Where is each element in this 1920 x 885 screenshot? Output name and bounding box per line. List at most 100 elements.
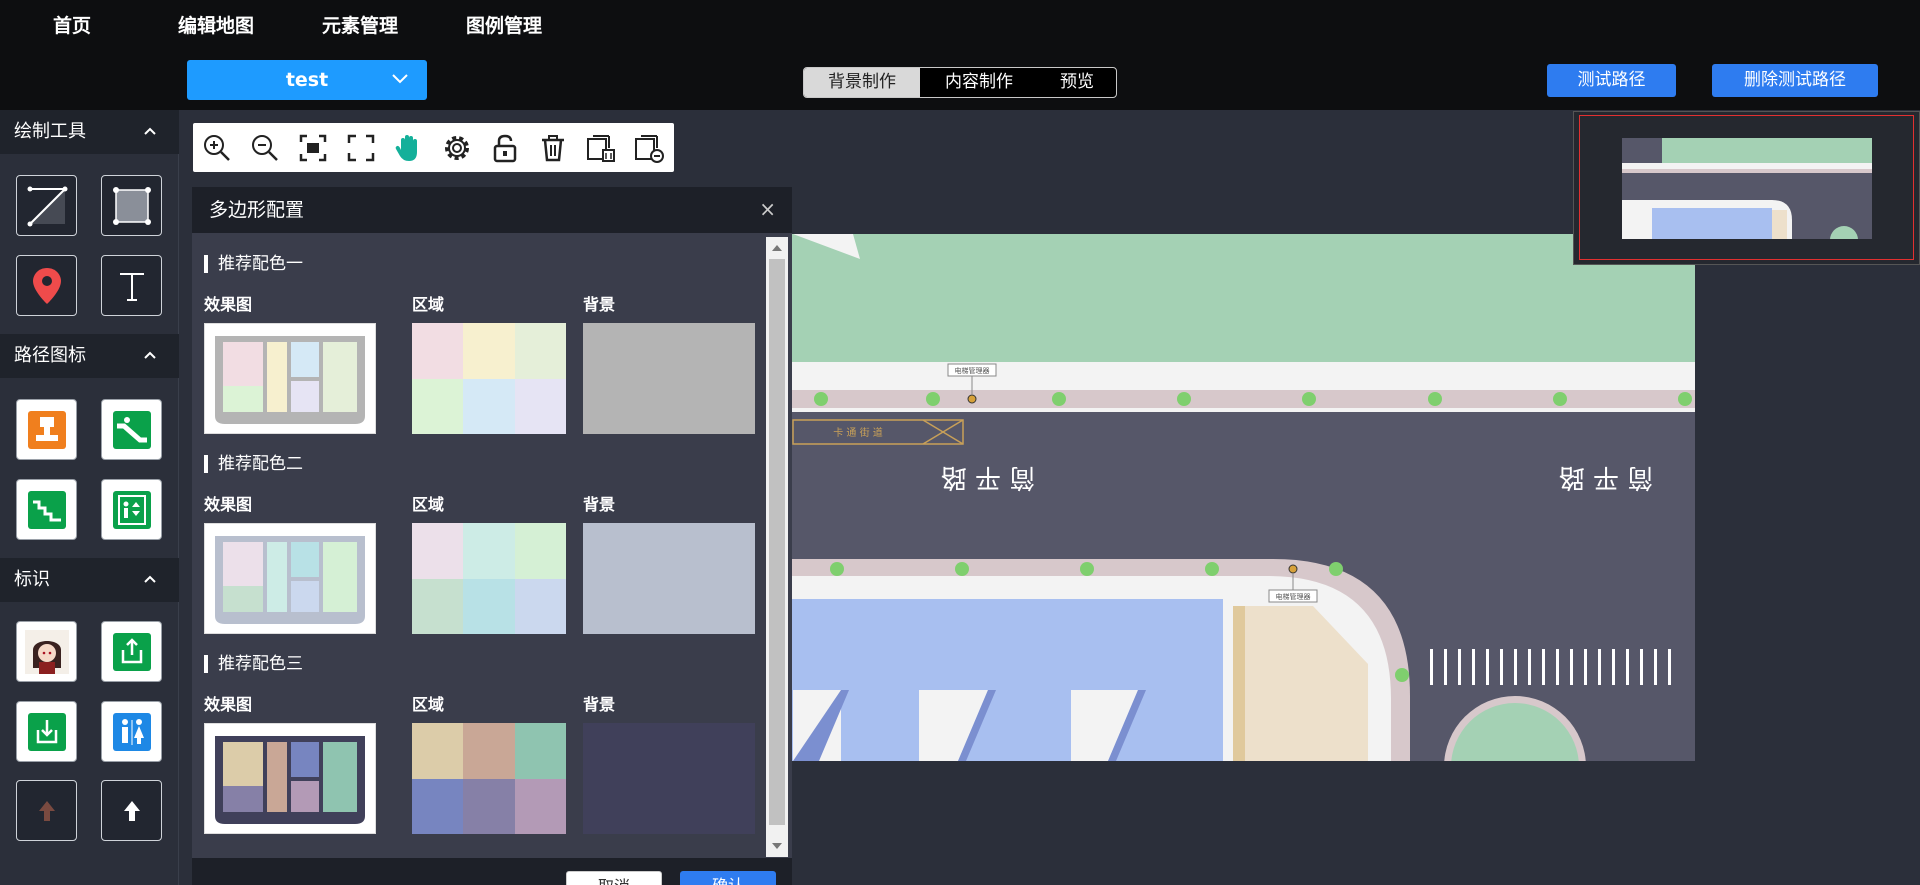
arrow-up-white-icon [123, 800, 140, 821]
scheme-1-background-swatch[interactable] [583, 323, 755, 434]
dialog-scrollbar[interactable] [766, 237, 788, 857]
project-select[interactable]: test [187, 60, 427, 100]
polygon-config-dialog: 多边形配置 × 推荐配色一 效果图 区域 背景 推荐配色二 效果图 区域 背景 [192, 187, 792, 885]
line-tool-button[interactable] [16, 175, 77, 236]
region-swatch [412, 323, 464, 379]
col-background-label: 背景 [583, 295, 616, 314]
stairs-button[interactable] [16, 479, 77, 540]
exit-icon [112, 632, 151, 671]
text-tool-button[interactable] [101, 255, 162, 316]
zoom-in-icon[interactable] [201, 132, 233, 164]
scrollbar-thumb[interactable] [769, 259, 785, 825]
chevron-up-icon [144, 351, 156, 359]
character-avatar-icon [24, 629, 69, 674]
arrow-up-brown-icon [38, 800, 55, 821]
minimap[interactable] [1573, 111, 1920, 265]
exit-button[interactable] [101, 621, 162, 682]
region-swatch [514, 778, 566, 834]
section-markers[interactable]: 标识 [0, 558, 179, 602]
region-swatch [412, 778, 464, 834]
region-swatch [514, 578, 566, 634]
region-swatch [412, 523, 464, 579]
col-region-label: 区域 [412, 495, 445, 514]
section-path-icons[interactable]: 路径图标 [0, 334, 179, 378]
escalator-icon [112, 410, 151, 449]
section-draw-tools[interactable]: 绘制工具 [0, 110, 179, 154]
region-swatch [514, 378, 566, 434]
restroom-icon [112, 712, 151, 751]
col-preview-label: 效果图 [204, 695, 253, 714]
location-pin-icon [32, 267, 61, 304]
dialog-title: 多边形配置 [209, 199, 305, 221]
scroll-down-icon[interactable] [772, 843, 782, 849]
scheme-1-preview[interactable] [204, 323, 376, 434]
arrow-up-brown-button[interactable] [16, 780, 77, 841]
test-path-button[interactable]: 测试路径 [1547, 64, 1676, 97]
location-pin-button[interactable] [16, 255, 77, 316]
tab-preview[interactable]: 预览 [1038, 68, 1116, 97]
tab-content[interactable]: 内容制作 [920, 68, 1038, 97]
region-swatch [412, 378, 464, 434]
fit-screen-icon[interactable] [297, 132, 329, 164]
col-background-label: 背景 [583, 695, 616, 714]
remove-layer-icon[interactable] [633, 132, 665, 164]
canvas-tag-b: 电梯管理器 [1276, 592, 1311, 601]
region-swatch [463, 378, 515, 434]
scheme-2-region-swatches[interactable] [412, 523, 566, 634]
canvas-right-margin [1695, 234, 1920, 761]
scheme-3-region-swatches[interactable] [412, 723, 566, 834]
cancel-button[interactable]: 取消 [566, 871, 662, 885]
scheme-2-preview[interactable] [204, 523, 376, 634]
restroom-button[interactable] [101, 701, 162, 762]
confirm-button[interactable]: 确认 [680, 871, 776, 885]
chevron-up-icon [144, 127, 156, 135]
scheme-1-thumbnail [215, 336, 365, 424]
elevator-button[interactable] [101, 479, 162, 540]
escalator-button[interactable] [101, 399, 162, 460]
text-tool-icon [119, 272, 144, 301]
nav-legend-management[interactable]: 图例管理 [466, 0, 542, 53]
fullscreen-icon[interactable] [345, 132, 377, 164]
scroll-up-icon[interactable] [772, 245, 782, 251]
chevron-down-icon [392, 74, 408, 84]
scheme-title-1: 推荐配色一 [204, 255, 303, 273]
col-region-label: 区域 [412, 295, 445, 314]
canvas-road-left: 简 平 路 [941, 462, 1036, 492]
hand-pan-icon[interactable] [393, 132, 425, 164]
nav-element-management[interactable]: 元素管理 [322, 0, 398, 53]
col-preview-label: 效果图 [204, 295, 253, 314]
minimap-preview [1622, 138, 1872, 239]
region-swatch [463, 778, 515, 834]
rectangle-tool-button[interactable] [101, 175, 162, 236]
dialog-header: 多边形配置 × [192, 187, 792, 233]
close-icon[interactable]: × [759, 199, 776, 219]
scheme-3-thumbnail [215, 736, 365, 824]
delete-test-path-button[interactable]: 删除测试路径 [1712, 64, 1878, 97]
region-swatch [463, 723, 515, 779]
scheme-1-region-swatches[interactable] [412, 323, 566, 434]
delete-layer-icon[interactable] [585, 132, 617, 164]
nav-edit-map[interactable]: 编辑地图 [178, 0, 254, 53]
canvas-tag-a: 电梯管理器 [955, 366, 990, 375]
delete-icon[interactable] [537, 132, 569, 164]
tab-background[interactable]: 背景制作 [804, 68, 920, 97]
scheme-3-preview[interactable] [204, 723, 376, 834]
scheme-2-background-swatch[interactable] [583, 523, 755, 634]
region-swatch [463, 323, 515, 379]
canvas-road-right: 简 平 路 [1559, 462, 1654, 492]
col-preview-label: 效果图 [204, 495, 253, 514]
col-background-label: 背景 [583, 495, 616, 514]
region-swatch [412, 723, 464, 779]
zoom-out-icon[interactable] [249, 132, 281, 164]
entrance-button[interactable] [16, 701, 77, 762]
arrow-up-white-button[interactable] [101, 780, 162, 841]
unlock-icon[interactable] [489, 132, 521, 164]
scheme-title-3: 推荐配色三 [204, 655, 303, 673]
service-desk-button[interactable] [16, 399, 77, 460]
nav-home[interactable]: 首页 [53, 0, 91, 53]
scheme-3-background-swatch[interactable] [583, 723, 755, 834]
entrance-icon [27, 712, 66, 751]
character-avatar-button[interactable] [16, 621, 77, 682]
settings-icon[interactable] [441, 132, 473, 164]
region-swatch [412, 578, 464, 634]
